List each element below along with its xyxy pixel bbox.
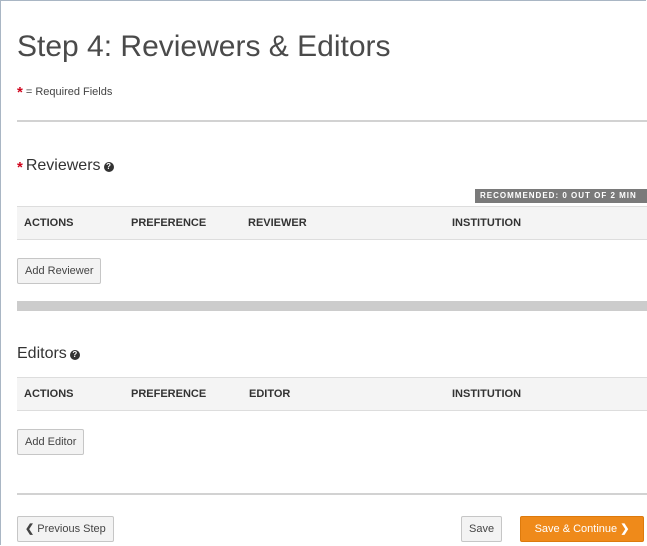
reviewers-table-header: ACTIONS PREFERENCE REVIEWER INSTITUTION	[17, 206, 647, 240]
section-divider-thick	[17, 301, 647, 311]
editors-title: Editors	[17, 345, 67, 362]
previous-step-label: Previous Step	[37, 523, 106, 535]
section-divider	[17, 120, 647, 122]
question-circle-icon[interactable]: ?	[69, 350, 80, 360]
column-header-actions: ACTIONS	[24, 217, 74, 229]
recommended-badge: RECOMMENDED: 0 OUT OF 2 MIN	[475, 189, 647, 203]
question-circle-icon[interactable]: ?	[103, 162, 114, 172]
reviewers-section-title: * Reviewers?	[17, 157, 114, 176]
editors-table-header: ACTIONS PREFERENCE EDITOR INSTITUTION	[17, 377, 647, 411]
required-fields-label: = Required Fields	[25, 86, 113, 98]
save-and-continue-label: Save & Continue	[534, 523, 618, 535]
chevron-left-icon: ❮	[25, 523, 35, 535]
column-header-reviewer: REVIEWER	[248, 217, 307, 229]
add-editor-button[interactable]: Add Editor	[17, 429, 85, 455]
editors-section-title: Editors?	[17, 345, 80, 363]
footer-divider	[17, 493, 647, 495]
save-button[interactable]: Save	[461, 516, 503, 542]
required-asterisk: *	[17, 84, 23, 101]
column-header-preference: PREFERENCE	[131, 217, 207, 229]
column-header-institution: INSTITUTION	[452, 388, 522, 400]
save-and-continue-button[interactable]: Save & Continue ❯	[520, 516, 644, 542]
required-asterisk: *	[17, 159, 23, 176]
previous-step-button[interactable]: ❮ Previous Step	[17, 516, 114, 542]
column-header-editor: EDITOR	[249, 388, 291, 400]
add-reviewer-button[interactable]: Add Reviewer	[17, 258, 102, 284]
column-header-preference: PREFERENCE	[131, 388, 207, 400]
page-title: Step 4: Reviewers & Editors	[17, 30, 391, 63]
reviewers-title: Reviewers	[25, 157, 101, 174]
required-fields-note: * = Required Fields	[17, 84, 112, 101]
column-header-actions: ACTIONS	[24, 388, 74, 400]
column-header-institution: INSTITUTION	[452, 217, 522, 229]
chevron-right-icon: ❯	[620, 523, 630, 535]
